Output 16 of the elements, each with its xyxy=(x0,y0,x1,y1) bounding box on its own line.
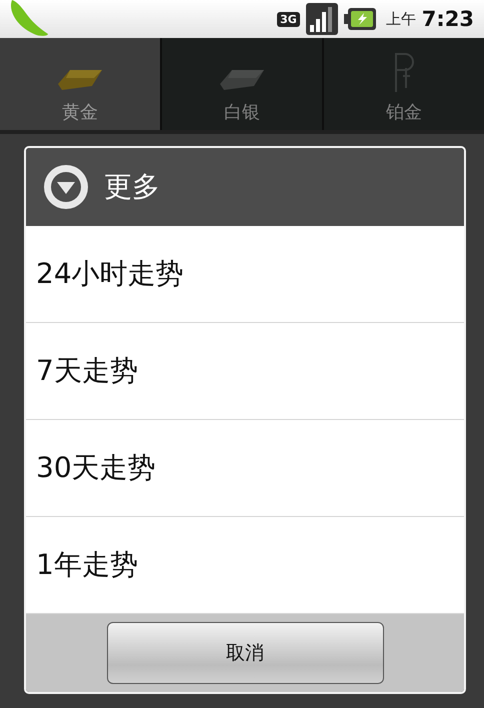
menu-item[interactable]: 1年走势 xyxy=(26,517,464,614)
menu-item[interactable]: 7天走势 xyxy=(26,323,464,420)
dialog-title: 更多 xyxy=(104,169,160,205)
metal-tab[interactable]: 黄金 xyxy=(0,38,160,130)
menu-item[interactable]: 24小时走势 xyxy=(26,226,464,323)
battery-charging-icon xyxy=(344,8,376,30)
clock-time: 7:23 xyxy=(422,7,474,31)
network-type-icon: 3G xyxy=(277,12,300,26)
dropdown-circle-icon xyxy=(42,163,90,211)
cancel-button[interactable]: 取消 xyxy=(106,622,384,684)
platinum-symbol-icon xyxy=(393,52,415,92)
metal-tab[interactable]: 白银 xyxy=(162,38,322,130)
menu-item[interactable]: 30天走势 xyxy=(26,420,464,517)
am-pm-label: 上午 xyxy=(386,10,416,28)
metal-tab[interactable]: 铂金 xyxy=(324,38,484,130)
signal-icon xyxy=(306,3,338,35)
